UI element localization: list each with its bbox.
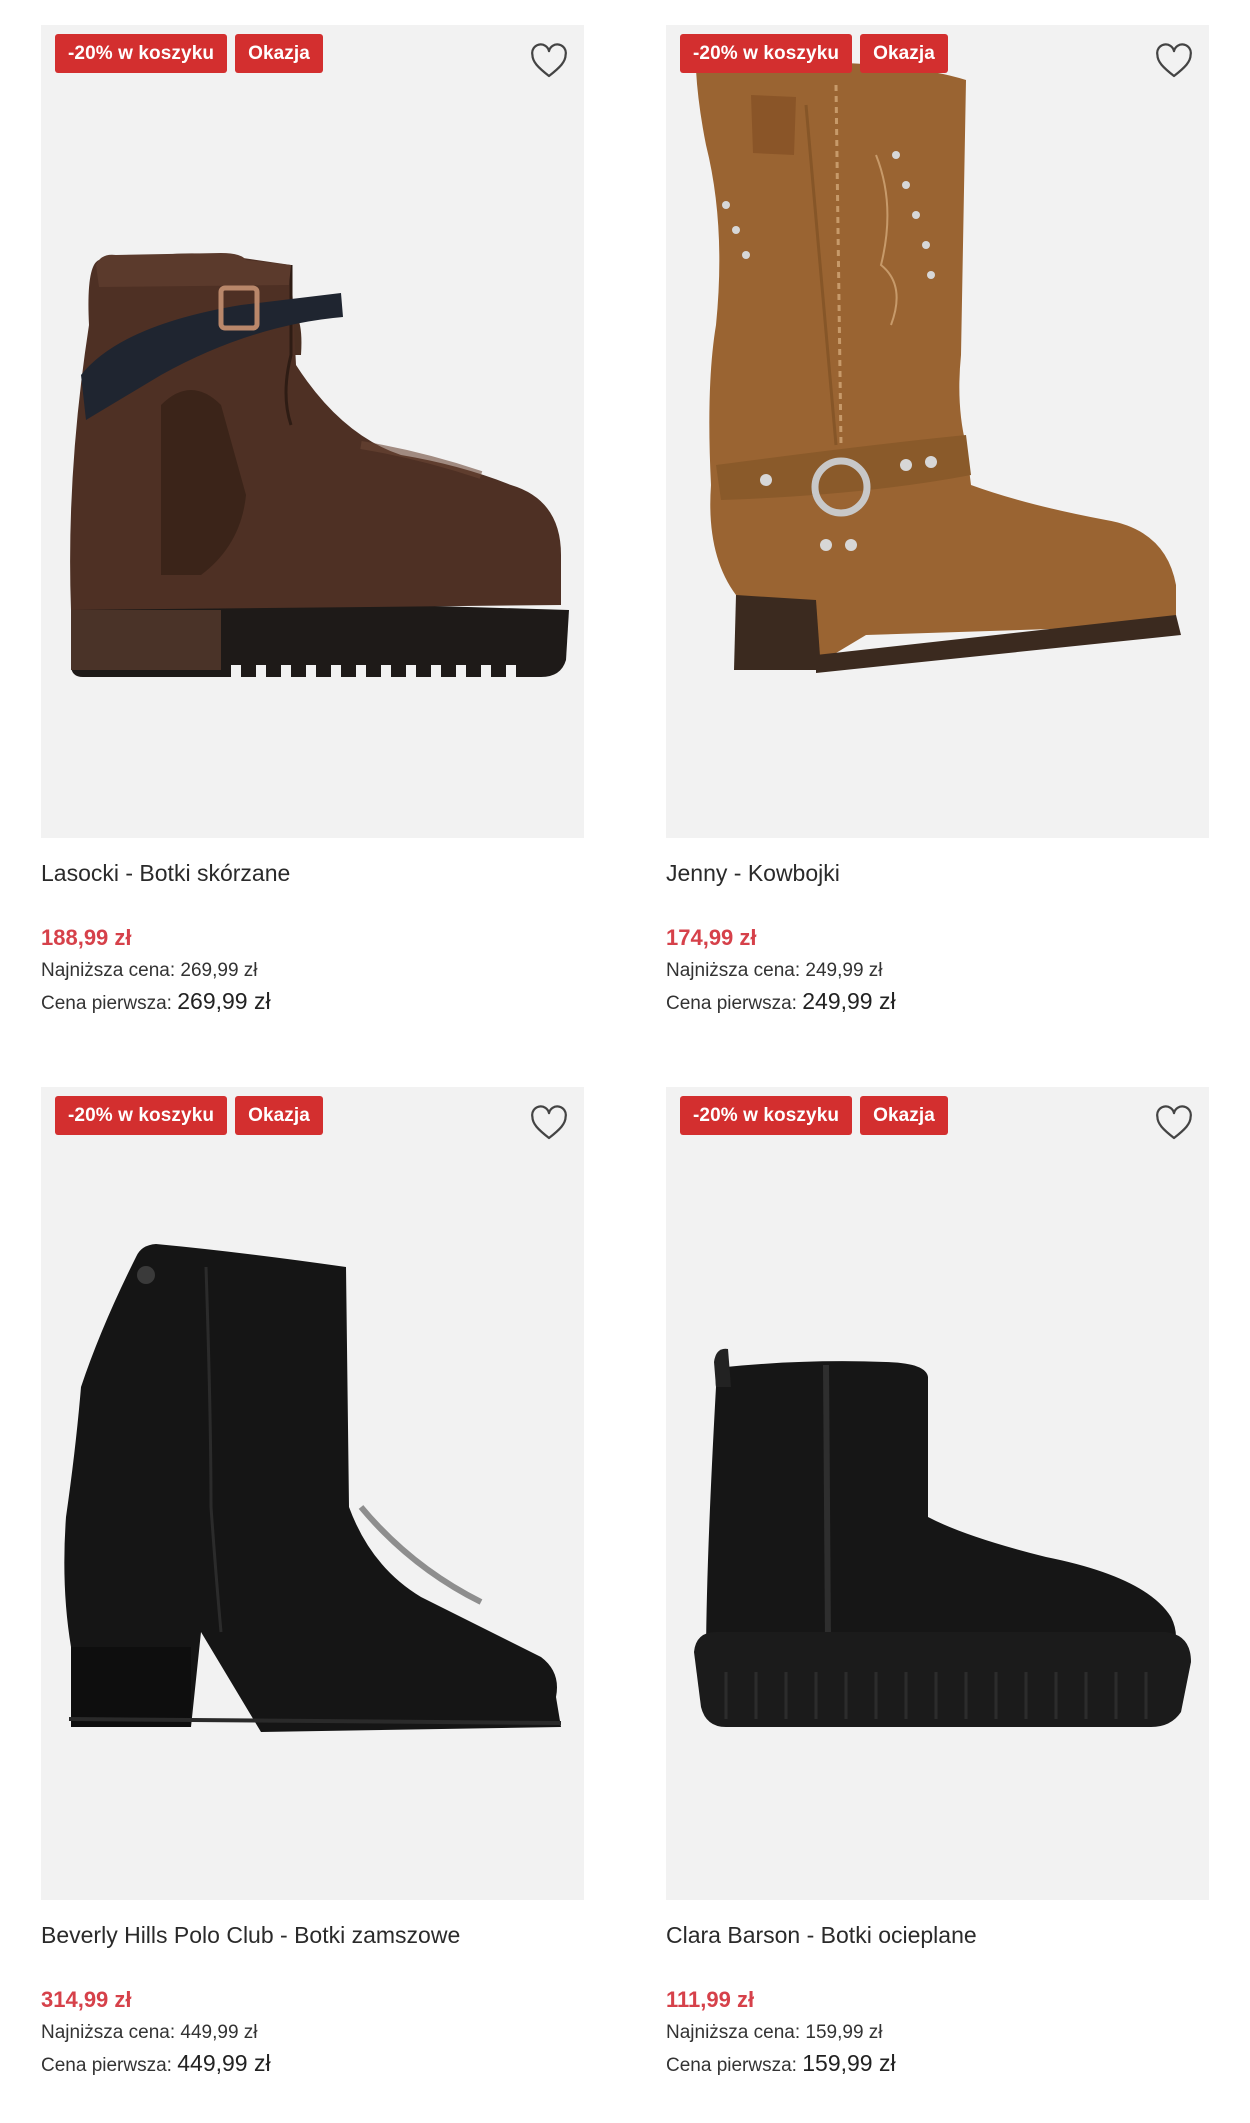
product-card[interactable]: -20% w koszyku Okazja (41, 25, 584, 1020)
discount-badge: -20% w koszyku (55, 1096, 228, 1135)
product-image[interactable]: -20% w koszyku Okazja (41, 25, 584, 838)
product-price: 314,99 zł (41, 1987, 132, 2012)
deal-badge: Okazja (860, 1096, 948, 1135)
badge-group: -20% w koszyku Okazja (680, 34, 948, 73)
deal-badge: Okazja (860, 34, 948, 73)
product-card[interactable]: -20% w koszyku Okazja Beverly Hills Polo… (41, 1087, 584, 2082)
product-image[interactable]: -20% w koszyku Okazja (666, 1087, 1209, 1900)
first-price-label: Cena pierwsza: (41, 2055, 172, 2076)
deal-badge: Okazja (235, 34, 323, 73)
first-price-row: Cena pierwsza: 249,99 zł (666, 985, 1209, 1020)
brown-leather-boot-image (70, 253, 569, 679)
product-title[interactable]: Jenny - Kowbojki (666, 853, 1209, 893)
badge-group: -20% w koszyku Okazja (55, 34, 323, 73)
lowest-price-value: 269,99 zł (180, 960, 258, 981)
discount-badge: -20% w koszyku (680, 34, 853, 73)
discount-badge: -20% w koszyku (680, 1096, 853, 1135)
first-price-label: Cena pierwsza: (666, 993, 797, 1014)
lowest-price-value: 249,99 zł (805, 960, 883, 981)
black-insulated-boot-image (694, 1348, 1191, 1727)
heart-outline-icon[interactable] (1155, 1104, 1193, 1142)
lowest-price-row: Najniższa cena: 249,99 zł (666, 957, 1209, 985)
lowest-price-value: 159,99 zł (805, 2022, 883, 2043)
first-price-value: 449,99 zł (177, 2050, 271, 2076)
heart-outline-icon[interactable] (530, 42, 568, 80)
product-grid: -20% w koszyku Okazja Lasocki - Botki sk… (0, 0, 1250, 2123)
first-price-label: Cena pierwsza: (666, 2055, 797, 2076)
product-image[interactable]: -20% w koszyku Okazja (41, 1087, 584, 1900)
product-title[interactable]: Lasocki - Botki skórzane (41, 853, 584, 893)
first-price-value: 269,99 zł (177, 988, 271, 1014)
product-price: 188,99 zł (41, 925, 132, 950)
lowest-price-label: Najniższa cena: (41, 960, 176, 981)
deal-badge: Okazja (235, 1096, 323, 1135)
lowest-price-value: 449,99 zł (180, 2022, 258, 2043)
product-title[interactable]: Beverly Hills Polo Club - Botki zamszowe (41, 1915, 584, 1955)
badge-group: -20% w koszyku Okazja (680, 1096, 948, 1135)
first-price-value: 249,99 zł (802, 988, 896, 1014)
first-price-row: Cena pierwsza: 449,99 zł (41, 2047, 584, 2082)
product-card[interactable]: -20% w koszyku Okazja Clara Barson - Bot… (666, 1087, 1209, 2082)
heart-outline-icon[interactable] (530, 1104, 568, 1142)
lowest-price-row: Najniższa cena: 449,99 zł (41, 2019, 584, 2047)
lowest-price-row: Najniższa cena: 159,99 zł (666, 2019, 1209, 2047)
first-price-row: Cena pierwsza: 159,99 zł (666, 2047, 1209, 2082)
lowest-price-label: Najniższa cena: (666, 2022, 801, 2043)
black-suede-boot-image (64, 1244, 562, 1732)
product-price: 174,99 zł (666, 925, 757, 950)
tan-cowboy-boot-image (696, 62, 1181, 673)
product-card[interactable]: -20% w koszyku Okazja (666, 25, 1209, 1020)
lowest-price-label: Najniższa cena: (666, 960, 801, 981)
first-price-row: Cena pierwsza: 269,99 zł (41, 985, 584, 1020)
discount-badge: -20% w koszyku (55, 34, 228, 73)
first-price-label: Cena pierwsza: (41, 993, 172, 1014)
badge-group: -20% w koszyku Okazja (55, 1096, 323, 1135)
product-image[interactable]: -20% w koszyku Okazja (666, 25, 1209, 838)
product-title[interactable]: Clara Barson - Botki ocieplane (666, 1915, 1209, 1955)
lowest-price-label: Najniższa cena: (41, 2022, 176, 2043)
first-price-value: 159,99 zł (802, 2050, 896, 2076)
lowest-price-row: Najniższa cena: 269,99 zł (41, 957, 584, 985)
heart-outline-icon[interactable] (1155, 42, 1193, 80)
product-price: 111,99 zł (666, 1987, 755, 2012)
